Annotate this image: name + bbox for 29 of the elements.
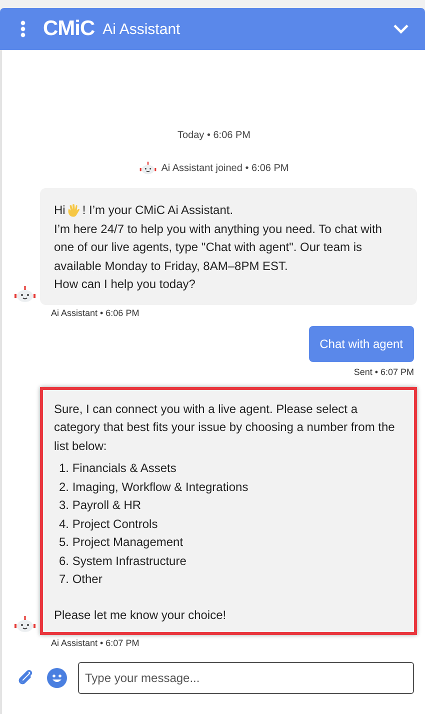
greeting-text: Hi	[54, 202, 66, 219]
category-option: 6. System Infrastructure	[59, 552, 404, 570]
category-option: 5. Project Management	[59, 533, 404, 552]
message-input[interactable]: Type your message...	[78, 662, 414, 694]
window-title: Ai Assistant	[102, 20, 182, 38]
message-text: I’m here 24/7 to help you with anything you need. To chat with one of our live agents, type "Chat with agent". Our team is available Monday to Friday, 8AM–8PM EST.	[54, 220, 383, 274]
greeting-text: ! I’m your CMiC Ai Assistant.	[82, 202, 234, 219]
category-option: 4. Project Controls	[59, 514, 404, 533]
message-text: How can I help you today?	[54, 276, 196, 293]
chevron-down-icon[interactable]	[393, 24, 409, 34]
message-text: Please let me know your choice!	[54, 606, 228, 624]
user-message: Chat with agent	[308, 326, 414, 362]
category-option: 3. Payroll & HR	[59, 496, 404, 514]
message-meta: Sent • 6:07 PM	[354, 366, 414, 374]
emoji-icon[interactable]	[47, 668, 67, 688]
menu-icon[interactable]	[20, 20, 26, 38]
robot-icon	[139, 161, 158, 175]
waving-hand-icon	[66, 202, 82, 218]
logo: CMiC	[43, 17, 95, 41]
join-notice: Ai Assistant joined • 6:06 PM	[161, 162, 289, 174]
robot-icon	[14, 615, 36, 633]
category-option: 7. Other	[59, 570, 404, 588]
robot-icon	[14, 284, 36, 302]
date-divider: Today • 6:06 PM	[176, 130, 252, 141]
message-meta: Ai Assistant • 6:07 PM	[51, 638, 140, 648]
message-meta: Ai Assistant • 6:06 PM	[51, 308, 140, 318]
message-text: Sure, I can connect you with a live agent. Please select a category that best fits your issue by choosing a number from the list below:	[54, 400, 396, 454]
category-option: 1. Financials & Assets	[59, 459, 404, 478]
category-option: 2. Imaging, Workflow & Integrations	[59, 478, 404, 496]
